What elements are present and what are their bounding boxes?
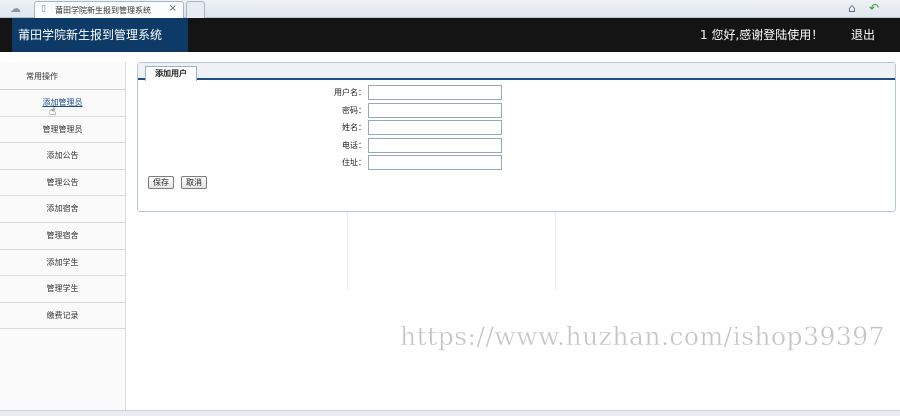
welcome-message: 1 您好,感谢登陆使用！ — [700, 28, 824, 42]
app-header: 莆田学院新生报到管理系统 1 您好,感谢登陆使用！ 退出 — [0, 18, 900, 52]
name-label: 姓名： — [342, 123, 366, 132]
name-input[interactable] — [368, 120, 502, 135]
add-user-panel: 添加用户 用户名： 密码： 姓名： 电话： 住址： 保存 取消 — [137, 62, 896, 212]
cloud-icon: ☁ — [10, 2, 21, 15]
back-arrow-icon[interactable]: ↶ — [869, 1, 879, 15]
sidebar-item-manage-dorm[interactable]: 管理宿舍 — [0, 223, 125, 250]
password-label: 密码： — [342, 105, 366, 115]
phone-input[interactable] — [368, 137, 502, 153]
username-label: 用户名： — [334, 88, 366, 97]
sidebar-item-add-notice[interactable]: 添加公告 — [0, 143, 125, 170]
sidebar-item-add-admin[interactable]: 添加管理员 — [0, 90, 125, 117]
home-icon[interactable]: ⌂ — [848, 1, 856, 15]
app-title: 莆田学院新生报到管理系统 — [12, 18, 188, 52]
sidebar-item-add-student[interactable]: 添加学生 — [0, 250, 125, 277]
new-tab-button[interactable] — [186, 1, 205, 18]
save-button[interactable]: 保存 — [148, 176, 174, 189]
browser-tab[interactable]: ▯ 莆田学院新生报到管理系统 × — [34, 1, 184, 18]
sidebar-item-manage-notice[interactable]: 管理公告 — [0, 170, 125, 197]
address-label: 住址： — [342, 158, 366, 167]
tab-close-icon[interactable]: × — [169, 3, 177, 14]
sidebar-item-manage-student[interactable]: 管理学生 — [0, 276, 125, 303]
sidebar-item-add-dorm[interactable]: 添加宿舍 — [0, 196, 125, 223]
page-icon: ▯ — [41, 4, 46, 14]
panel-tabbar: 添加用户 — [138, 63, 895, 81]
address-input[interactable] — [368, 155, 502, 170]
hand-cursor-icon: ☝ — [49, 104, 57, 118]
phone-label: 电话： — [342, 140, 366, 150]
sidebar-item-payment-records[interactable]: 缴费记录 — [0, 303, 125, 330]
username-input[interactable] — [368, 85, 502, 100]
logout-link[interactable]: 退出 — [851, 18, 875, 52]
browser-tabstrip: ☁ ▯ 莆田学院新生报到管理系统 × ⌂ ↶ — [0, 0, 900, 18]
password-input[interactable] — [368, 102, 502, 118]
tab-add-user[interactable]: 添加用户 — [145, 66, 197, 81]
watermark-text: https://www.huzhan.com/ishop39397 — [400, 322, 886, 351]
artifact-line — [555, 212, 556, 290]
browser-tab-title: 莆田学院新生报到管理系统 — [55, 6, 151, 15]
sidebar: 常用操作 添加管理员 管理管理员 添加公告 管理公告 添加宿舍 管理宿舍 添加学… — [0, 62, 126, 416]
status-bar — [0, 410, 900, 416]
artifact-line — [347, 212, 348, 290]
sidebar-heading: 常用操作 — [0, 62, 125, 90]
cancel-button[interactable]: 取消 — [181, 176, 207, 189]
sidebar-item-manage-admin[interactable]: 管理管理员 — [0, 117, 125, 144]
